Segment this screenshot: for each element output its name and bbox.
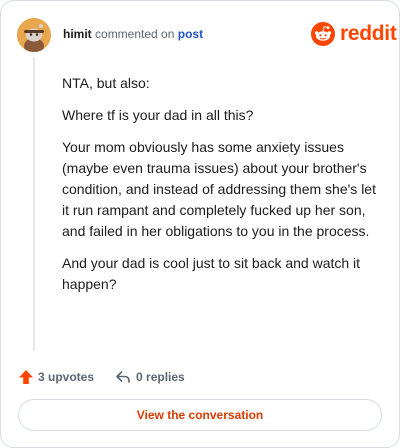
comment-paragraph: Where tf is your dad in all this? bbox=[62, 107, 254, 123]
reddit-logo[interactable]: reddit bbox=[311, 21, 397, 47]
comment-body: NTA, but also: Where tf is your dad in a… bbox=[62, 73, 384, 306]
view-conversation-button[interactable]: View the conversation bbox=[18, 399, 382, 431]
post-link[interactable]: post bbox=[178, 27, 203, 41]
comment-paragraph: NTA, but also: bbox=[62, 75, 150, 91]
reddit-snoo-icon bbox=[311, 22, 335, 46]
comment-paragraph: Your mom obviously has some anxiety issu… bbox=[62, 139, 376, 239]
upvote-stat[interactable]: 3 upvotes bbox=[18, 369, 94, 385]
upvote-arrow-icon bbox=[19, 370, 33, 384]
comment-header: himit commented on post bbox=[63, 27, 203, 41]
username-link[interactable]: himit bbox=[63, 27, 92, 41]
reply-arrow-icon bbox=[116, 371, 130, 383]
reply-count: 0 replies bbox=[136, 370, 185, 384]
comment-embed-card: himit commented on post reddit NTA, but … bbox=[0, 0, 400, 448]
snoo-avatar-icon bbox=[17, 18, 51, 52]
thread-line bbox=[33, 57, 35, 351]
comment-paragraph: And your dad is cool just to sit back an… bbox=[62, 255, 361, 292]
upvote-count: 3 upvotes bbox=[38, 370, 95, 384]
comment-footer: 3 upvotes 0 replies bbox=[18, 365, 185, 389]
action-text: commented on bbox=[95, 27, 175, 41]
reddit-wordmark: reddit bbox=[340, 22, 397, 45]
user-avatar[interactable] bbox=[17, 18, 51, 52]
reply-stat[interactable]: 0 replies bbox=[115, 369, 185, 385]
